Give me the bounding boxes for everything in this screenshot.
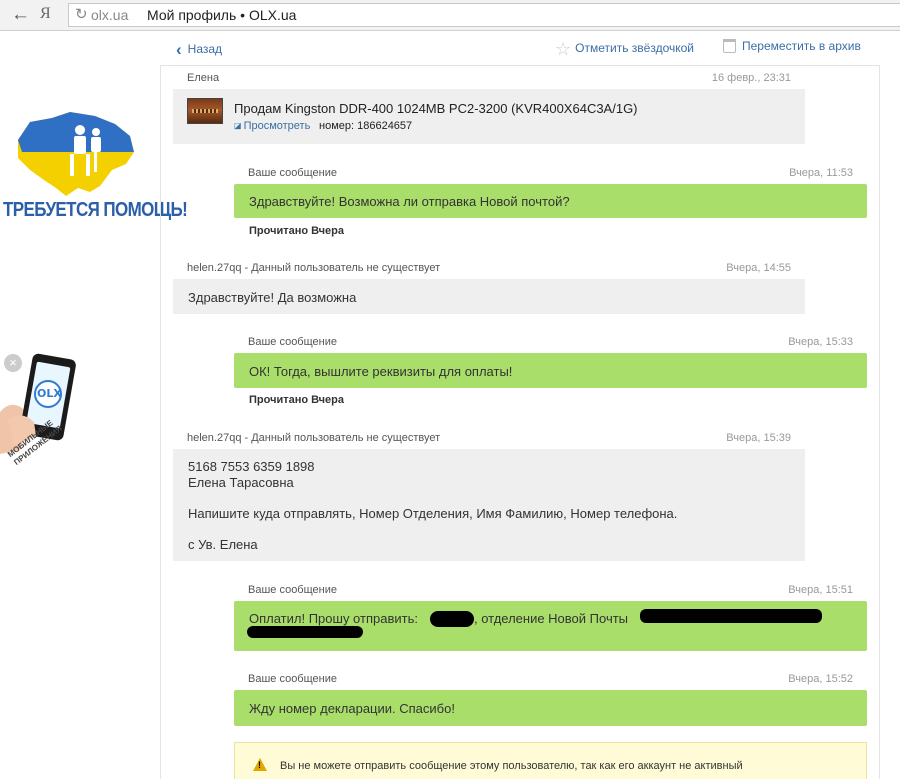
message-time: Вчера, 14:55 [726, 262, 791, 274]
external-link-icon: ◪ [234, 121, 242, 130]
message-sender: Ваше сообщение [248, 167, 337, 179]
message-bubble: Здравствуйте! Возможна ли отправка Новой… [234, 184, 867, 218]
redaction-mark [430, 611, 474, 627]
message-sender: Елена [187, 72, 220, 84]
page-title: Мой профиль • OLX.ua [147, 7, 297, 23]
back-button[interactable]: ‹ Назад [176, 40, 222, 60]
message-bubble: Жду номер декларации. Спасибо! [234, 690, 867, 726]
message-time: Вчера, 15:33 [788, 336, 853, 348]
message-bubble: 5168 7553 6359 1898 Елена Тарасовна Напи… [173, 449, 805, 561]
redaction-mark [640, 609, 822, 623]
reload-icon[interactable]: ↻ [75, 5, 88, 23]
message-text: ОК! Тогда, вышлите реквизиты для оплаты! [249, 364, 513, 379]
message-sender: helen.27qq - Данный пользователь не суще… [187, 262, 441, 274]
back-label: Назад [187, 42, 223, 56]
back-arrow-icon[interactable]: ← [11, 4, 30, 26]
listing-number: номер: 186624657 [319, 120, 413, 132]
archive-button[interactable]: Переместить в архив [723, 39, 861, 53]
trash-icon [723, 39, 736, 53]
message-text: Жду номер декларации. Спасибо! [249, 701, 455, 716]
archive-label: Переместить в архив [742, 39, 861, 53]
warning-text: Вы не можете отправить сообщение этому п… [280, 760, 743, 772]
message-text: , отделение Новой Почты [474, 611, 629, 626]
address-bar[interactable]: ↻ olx.ua Мой профиль • OLX.ua [68, 3, 900, 27]
message-text: Напишите куда отправлять, Номер Отделени… [188, 506, 678, 521]
message-text: Здравствуйте! Возможна ли отправка Новой… [249, 194, 570, 209]
listing-message: Продам Kingston DDR-400 1024MB PC2-3200 … [173, 89, 805, 144]
message-bubble: ОК! Тогда, вышлите реквизиты для оплаты! [234, 353, 867, 388]
star-icon: ☆ [555, 39, 572, 59]
message-time: Вчера, 15:52 [788, 673, 853, 685]
olx-logo: OLX [37, 387, 62, 400]
message-time: Вчера, 15:51 [788, 584, 853, 596]
star-button[interactable]: ☆ Отметить звёздочкой [555, 39, 694, 60]
message-bubble: Здравствуйте! Да возможна [173, 279, 805, 314]
browser-toolbar: ← Я ↻ olx.ua Мой профиль • OLX.ua [0, 0, 900, 31]
redaction-mark [247, 626, 363, 638]
conversation-toolbar: ‹ Назад ☆ Отметить звёздочкой Переместить … [160, 31, 880, 66]
chevron-left-icon: ‹ [176, 40, 182, 59]
message-text: Елена Тарасовна [188, 475, 294, 490]
read-status: Прочитано Вчера [249, 225, 345, 237]
message-text: с Ув. Елена [188, 537, 258, 552]
message-time: Вчера, 11:53 [789, 167, 853, 179]
inactive-account-warning: Вы не можете отправить сообщение этому п… [234, 742, 867, 779]
message-sender: Ваше сообщение [248, 336, 337, 348]
yandex-icon[interactable]: Я [40, 5, 51, 23]
read-status: Прочитано Вчера [249, 394, 345, 406]
message-sender: Ваше сообщение [248, 673, 337, 685]
listing-title[interactable]: Продам Kingston DDR-400 1024MB PC2-3200 … [234, 101, 638, 116]
close-ad-icon[interactable]: × [4, 354, 22, 372]
message-sender: helen.27qq - Данный пользователь не суще… [187, 432, 441, 444]
message-text: 5168 7553 6359 1898 [188, 459, 315, 474]
olx-logo-text: OLX [37, 387, 62, 400]
view-listing-link[interactable]: ◪ Просмотреть [234, 120, 310, 132]
star-label: Отметить звёздочкой [575, 41, 694, 55]
message-text: Здравствуйте! Да возможна [188, 290, 357, 305]
message-sender: Ваше сообщение [248, 584, 337, 596]
url-domain: olx.ua [91, 7, 129, 23]
warning-icon [253, 758, 267, 771]
listing-thumbnail[interactable] [187, 98, 223, 124]
message-time: Вчера, 15:39 [726, 432, 791, 444]
view-label: Просмотреть [243, 120, 311, 132]
message-time: 16 февр., 23:31 [711, 72, 791, 84]
message-text: Оплатил! Прошу отправить: [249, 611, 418, 626]
